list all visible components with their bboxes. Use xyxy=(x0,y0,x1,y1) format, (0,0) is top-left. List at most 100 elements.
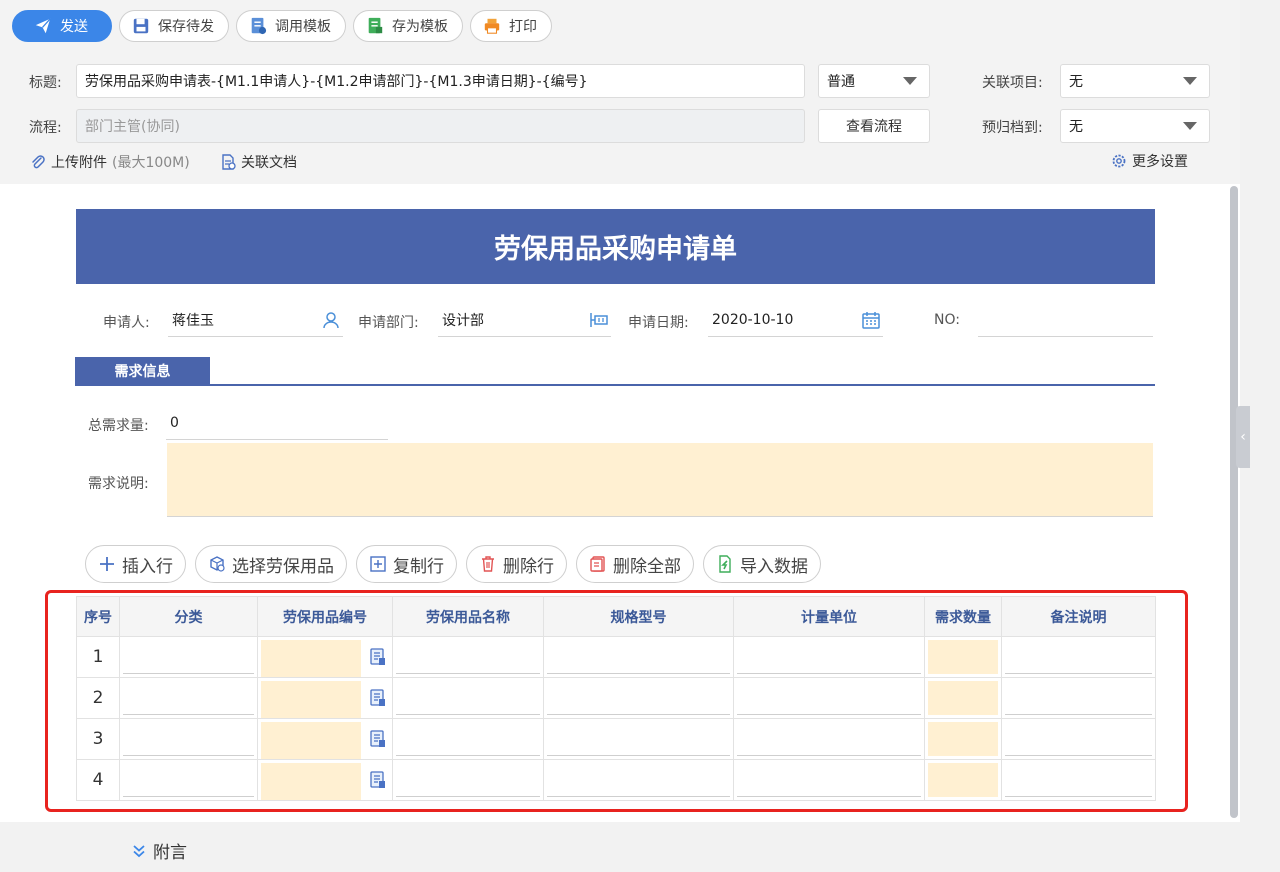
column-header-unit: 计量单位 xyxy=(733,596,925,637)
print-button[interactable]: 打印 xyxy=(470,10,552,42)
table-row: 4 xyxy=(76,759,1156,801)
column-header-spec: 规格型号 xyxy=(543,596,734,637)
applicant-field[interactable]: 蒋佳玉 xyxy=(168,303,343,337)
chevron-left-icon: ‹ xyxy=(1240,429,1246,445)
item-name-input[interactable] xyxy=(396,681,540,715)
unit-input[interactable] xyxy=(737,640,921,674)
spec-input[interactable] xyxy=(547,681,730,715)
use-template-button[interactable]: 调用模板 xyxy=(236,10,346,42)
org-chart-icon[interactable] xyxy=(589,311,609,329)
unit-input[interactable] xyxy=(737,763,921,797)
quantity-input[interactable] xyxy=(928,640,998,674)
remark-input[interactable] xyxy=(1005,681,1152,715)
copy-icon xyxy=(370,556,386,572)
spec-input[interactable] xyxy=(547,763,730,797)
department-field[interactable]: 设计部 xyxy=(438,303,611,337)
user-icon[interactable] xyxy=(321,311,341,329)
item-code-input[interactable] xyxy=(261,640,361,677)
remark-input[interactable] xyxy=(1005,722,1152,756)
toolbar: 发送 保存待发 调用模板 存为模板 打印 xyxy=(12,10,552,42)
priority-select[interactable]: 普通 xyxy=(818,64,930,98)
title-input[interactable]: 劳保用品采购申请表-{M1.1申请人}-{M1.2申请部门}-{M1.3申请日期… xyxy=(76,64,805,98)
date-field[interactable]: 2020-10-10 xyxy=(708,303,883,337)
upload-attachment-link[interactable]: 上传附件 (最大100M) xyxy=(30,152,190,172)
table-actions: 插入行 选择劳保用品 复制行 删除行 删除全部 导入数据 xyxy=(85,545,821,583)
calendar-icon[interactable] xyxy=(861,311,881,329)
trash-all-icon xyxy=(590,556,605,572)
attachment-note-toggle[interactable]: 附言 xyxy=(132,838,187,863)
related-project-label: 关联项目: xyxy=(982,75,1043,91)
copy-row-button[interactable]: 复制行 xyxy=(356,545,457,583)
quantity-input[interactable] xyxy=(928,763,998,797)
table-row: 3 xyxy=(76,718,1156,760)
column-header-item-name: 劳保用品名称 xyxy=(392,596,544,637)
column-header-quantity: 需求数量 xyxy=(924,596,1002,637)
row-index: 4 xyxy=(76,759,120,801)
select-list-icon[interactable] xyxy=(370,689,386,707)
applicant-label: 申请人: xyxy=(103,315,150,331)
view-flow-button[interactable]: 查看流程 xyxy=(818,109,930,143)
date-label: 申请日期: xyxy=(628,315,689,331)
spec-input[interactable] xyxy=(547,640,730,674)
item-name-input[interactable] xyxy=(396,640,540,674)
insert-row-button[interactable]: 插入行 xyxy=(85,545,186,583)
import-data-button[interactable]: 导入数据 xyxy=(703,545,821,583)
flow-label: 流程: xyxy=(29,120,62,136)
delete-row-button[interactable]: 删除行 xyxy=(466,545,567,583)
save-draft-button[interactable]: 保存待发 xyxy=(119,10,229,42)
items-table: 序号 分类 劳保用品编号 劳保用品名称 规格型号 计量单位 需求数量 备注说明 … xyxy=(76,596,1156,801)
row-index: 3 xyxy=(76,718,120,760)
cube-icon xyxy=(210,556,225,572)
related-project-select[interactable]: 无 xyxy=(1060,64,1210,98)
quantity-input[interactable] xyxy=(928,681,998,715)
select-list-icon[interactable] xyxy=(370,648,386,666)
select-list-icon[interactable] xyxy=(370,730,386,748)
send-button[interactable]: 发送 xyxy=(12,10,112,42)
department-label: 申请部门: xyxy=(358,315,419,331)
item-code-input[interactable] xyxy=(261,681,361,718)
remark-input[interactable] xyxy=(1005,640,1152,674)
double-chevron-down-icon xyxy=(133,844,145,857)
select-item-button[interactable]: 选择劳保用品 xyxy=(195,545,347,583)
no-label: NO: xyxy=(934,312,960,328)
template-icon xyxy=(251,17,267,35)
item-code-input[interactable] xyxy=(261,722,361,759)
section-tab-bar: 需求信息 xyxy=(75,357,1155,386)
row-index: 1 xyxy=(76,636,120,678)
no-field[interactable] xyxy=(978,303,1153,337)
more-settings-link[interactable]: 更多设置 xyxy=(1111,151,1188,171)
item-code-input[interactable] xyxy=(261,763,361,800)
archive-select[interactable]: 无 xyxy=(1060,109,1210,143)
collapse-side-panel-button[interactable]: ‹ xyxy=(1236,406,1250,468)
column-header-category: 分类 xyxy=(119,596,258,637)
category-input[interactable] xyxy=(123,640,254,674)
archive-label: 预归档到: xyxy=(982,120,1043,136)
category-input[interactable] xyxy=(123,763,254,797)
plus-icon xyxy=(100,557,114,571)
related-document-link[interactable]: 关联文档 xyxy=(220,152,297,172)
document-icon xyxy=(222,154,236,170)
flow-input[interactable]: 部门主管(协同) xyxy=(76,109,805,143)
tab-demand-info[interactable]: 需求信息 xyxy=(75,357,210,385)
title-label: 标题: xyxy=(29,75,62,91)
description-textarea[interactable] xyxy=(167,443,1153,517)
item-name-input[interactable] xyxy=(396,722,540,756)
delete-all-button[interactable]: 删除全部 xyxy=(576,545,694,583)
spec-input[interactable] xyxy=(547,722,730,756)
table-row: 2 xyxy=(76,677,1156,719)
quantity-input[interactable] xyxy=(928,722,998,756)
category-input[interactable] xyxy=(123,722,254,756)
remark-input[interactable] xyxy=(1005,763,1152,797)
unit-input[interactable] xyxy=(737,681,921,715)
save-template-button[interactable]: 存为模板 xyxy=(353,10,463,42)
category-input[interactable] xyxy=(123,681,254,715)
printer-icon xyxy=(484,18,500,34)
chevron-down-icon xyxy=(903,77,917,85)
unit-input[interactable] xyxy=(737,722,921,756)
paperclip-icon xyxy=(32,155,45,169)
scrollbar-thumb[interactable] xyxy=(1230,186,1238,818)
import-icon xyxy=(719,555,731,573)
save-icon xyxy=(133,18,149,34)
item-name-input[interactable] xyxy=(396,763,540,797)
select-list-icon[interactable] xyxy=(370,771,386,789)
